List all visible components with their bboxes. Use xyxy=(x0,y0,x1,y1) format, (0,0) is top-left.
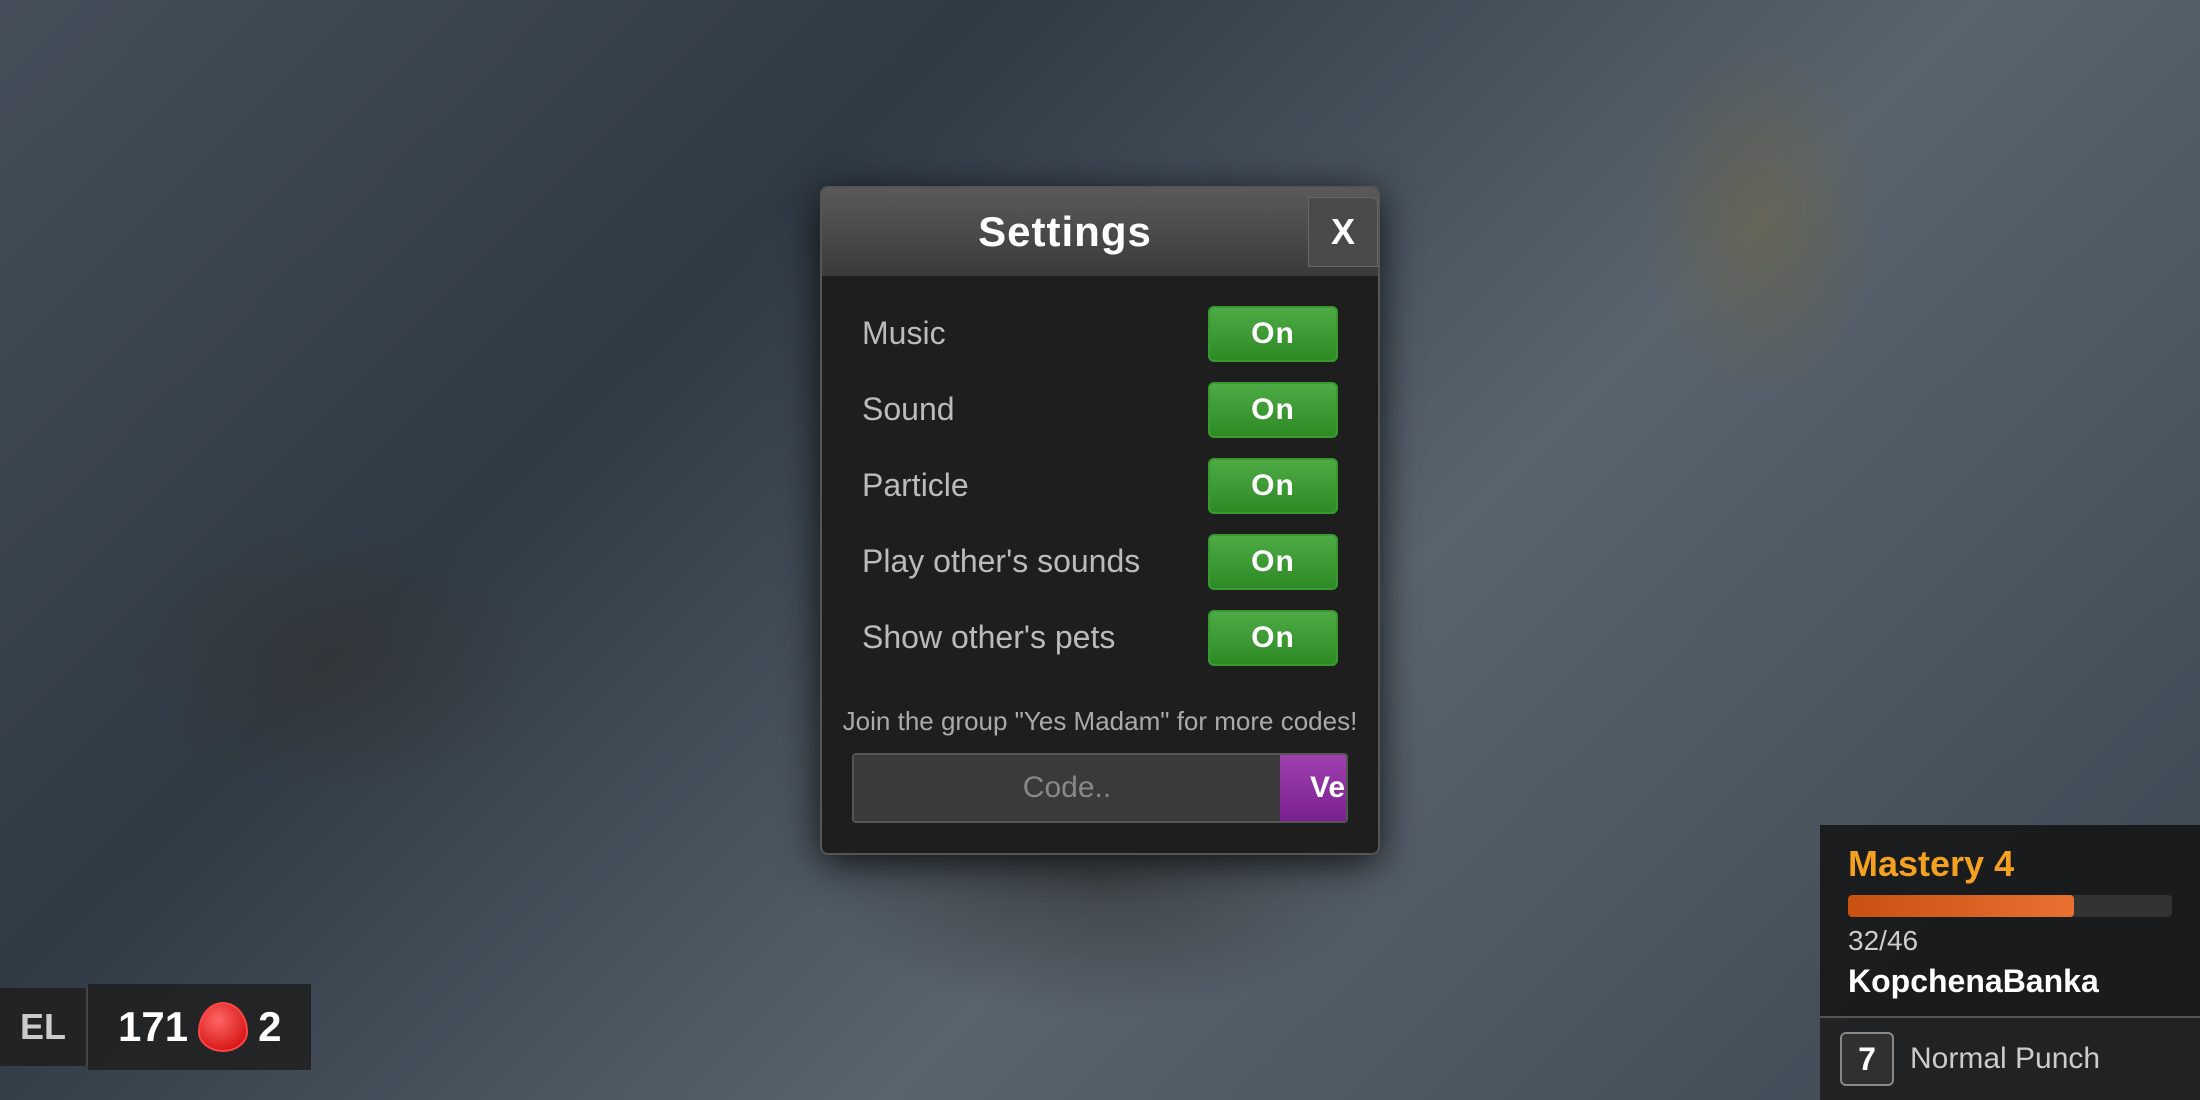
toggle-play-others-sounds[interactable]: On xyxy=(1208,534,1338,590)
setting-row-music: Music On xyxy=(862,296,1338,372)
setting-label-music: Music xyxy=(862,315,946,352)
settings-title-area: Settings xyxy=(822,188,1308,276)
settings-header: Settings X xyxy=(822,188,1378,276)
settings-title: Settings xyxy=(978,208,1152,256)
setting-row-show-others-pets: Show other's pets On xyxy=(862,600,1338,676)
setting-row-sound: Sound On xyxy=(862,372,1338,448)
toggle-particle[interactable]: On xyxy=(1208,458,1338,514)
modal-backdrop: Settings X Music On Sound On Particle On… xyxy=(0,0,2200,1100)
close-button[interactable]: X xyxy=(1308,197,1378,267)
setting-label-show-others-pets: Show other's pets xyxy=(862,619,1115,656)
settings-modal: Settings X Music On Sound On Particle On… xyxy=(820,186,1380,855)
setting-label-sound: Sound xyxy=(862,391,955,428)
toggle-show-others-pets[interactable]: On xyxy=(1208,610,1338,666)
toggle-music[interactable]: On xyxy=(1208,306,1338,362)
setting-row-play-others-sounds: Play other's sounds On xyxy=(862,524,1338,600)
setting-row-particle: Particle On xyxy=(862,448,1338,524)
setting-label-play-others-sounds: Play other's sounds xyxy=(862,543,1140,580)
verify-button[interactable]: Verify xyxy=(1280,755,1348,821)
setting-label-particle: Particle xyxy=(862,467,969,504)
join-group-text: Join the group "Yes Madam" for more code… xyxy=(822,686,1378,753)
toggle-sound[interactable]: On xyxy=(1208,382,1338,438)
code-input[interactable] xyxy=(854,755,1280,821)
code-section: Verify xyxy=(852,753,1348,823)
settings-body: Music On Sound On Particle On Play other… xyxy=(822,276,1378,686)
